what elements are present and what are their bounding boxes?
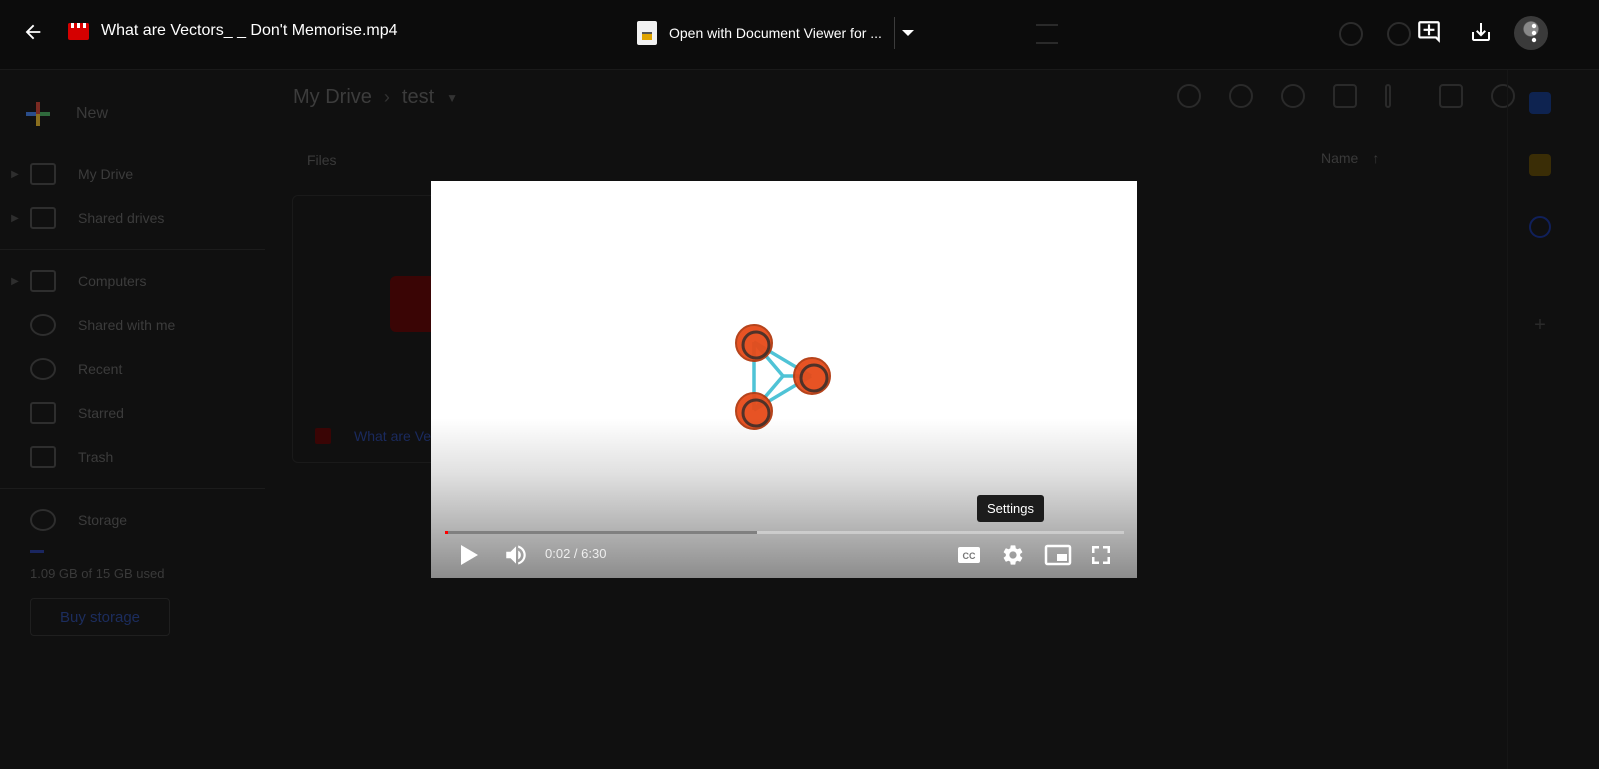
breadcrumb-root: My Drive — [293, 86, 372, 108]
new-button: New — [22, 94, 172, 134]
sidebar-item-starred: Starred — [0, 391, 270, 435]
chevron-right-icon: › — [383, 87, 390, 107]
sidebar-item-label: My Drive — [78, 166, 134, 182]
file-card: What are Ve — [292, 195, 452, 463]
sidebar-item-storage: Storage — [0, 498, 270, 542]
plus-icon: + — [1534, 314, 1546, 336]
sidebar-item-label: Trash — [78, 449, 114, 465]
help-icon — [1339, 22, 1363, 46]
shared-drives-icon — [30, 207, 56, 229]
add-person-icon — [1229, 84, 1253, 108]
sidebar-item-trash: Trash — [0, 435, 270, 479]
more-options-button[interactable] — [1522, 21, 1546, 50]
sidebar-item-label: Shared drives — [78, 210, 165, 226]
keep-icon — [1529, 154, 1551, 176]
sidebar-item-shared-drives: ▶ Shared drives — [0, 196, 270, 240]
open-with-button[interactable]: Open with Document Viewer for ... — [637, 17, 921, 49]
breadcrumb: My Drive › test ▼ — [293, 86, 458, 109]
progress-played — [445, 531, 449, 534]
arrow-up-icon: ↑ — [1372, 150, 1380, 166]
storage-text: 1.09 GB of 15 GB used — [30, 566, 165, 581]
miniplayer-icon — [1044, 544, 1072, 566]
gear-icon — [1387, 22, 1411, 46]
fullscreen-button[interactable] — [1087, 541, 1115, 569]
sidebar-item-label: Computers — [78, 273, 147, 289]
settings-button[interactable] — [1000, 541, 1026, 569]
trash-icon — [30, 446, 56, 468]
people-icon — [30, 314, 56, 336]
sidebar: New ▶ My Drive ▶ Shared drives ▶ Compute… — [0, 70, 270, 769]
svg-text:CC: CC — [963, 551, 976, 561]
volume-icon — [506, 545, 526, 565]
sidebar-item-recent: Recent — [0, 347, 270, 391]
back-button[interactable] — [18, 17, 48, 47]
file-title: What are Vectors_ _ Don't Memorise.mp4 — [101, 22, 398, 39]
download-button[interactable] — [1469, 20, 1493, 49]
progress-buffered — [445, 531, 758, 534]
my-drive-icon — [30, 163, 56, 185]
sidebar-item-label: Starred — [78, 405, 124, 421]
plus-icon — [22, 98, 54, 130]
add-comment-button[interactable] — [1416, 19, 1442, 50]
video-file-icon — [68, 23, 89, 40]
sidebar-item-label: Recent — [78, 361, 123, 377]
caret-right-icon: ▶ — [11, 212, 19, 224]
volume-button[interactable] — [501, 541, 531, 569]
download-icon — [1472, 23, 1490, 41]
open-with-label: Open with Document Viewer for ... — [669, 25, 882, 41]
caret-down-icon: ▼ — [446, 90, 459, 105]
cc-icon: CC — [958, 547, 980, 563]
drive-toolbar — [1177, 84, 1515, 108]
settings-tooltip: Settings — [977, 495, 1044, 522]
tasks-icon — [1529, 216, 1551, 238]
eye-icon — [1281, 84, 1305, 108]
buy-storage-button: Buy storage — [30, 598, 170, 636]
miniplayer-button[interactable] — [1043, 541, 1073, 569]
caret-right-icon: ▶ — [11, 168, 19, 180]
document-viewer-icon — [637, 21, 657, 45]
caret-down-icon — [901, 30, 914, 36]
filter-icon — [1036, 24, 1058, 44]
sort-by-name: Name ↑ — [1321, 150, 1379, 166]
sidebar-divider — [0, 249, 265, 250]
star-icon — [30, 402, 56, 424]
computers-icon — [30, 270, 56, 292]
gear-icon — [1003, 545, 1023, 565]
breadcrumb-current: test — [401, 86, 435, 108]
caret-right-icon: ▶ — [11, 275, 19, 287]
fullscreen-icon — [1092, 546, 1110, 564]
side-panel-rail: + — [1507, 70, 1599, 769]
list-view-icon — [1439, 84, 1463, 108]
add-comment-icon — [1418, 21, 1440, 43]
sidebar-item-computers: ▶ Computers — [0, 259, 270, 303]
sidebar-divider — [0, 488, 265, 489]
sidebar-item-label: Storage — [78, 512, 128, 528]
clock-icon — [30, 358, 56, 380]
trash-icon — [1333, 84, 1357, 108]
captions-button[interactable]: CC — [956, 541, 982, 569]
link-icon — [1177, 84, 1201, 108]
file-card-name: What are Ve — [354, 428, 432, 444]
sidebar-item-label: Shared with me — [78, 317, 176, 333]
files-section-label: Files — [307, 152, 337, 168]
sidebar-item-shared-with-me: Shared with me — [0, 303, 270, 347]
storage-bar — [30, 550, 44, 553]
video-player[interactable]: Settings 0:02 / 6:30 CC — [431, 181, 1137, 578]
sort-label: Name — [1321, 150, 1359, 166]
sidebar-item-my-drive: ▶ My Drive — [0, 152, 270, 196]
cloud-icon — [30, 509, 56, 531]
play-button[interactable] — [455, 541, 483, 569]
arrow-left-icon — [25, 24, 41, 40]
time-display: 0:02 / 6:30 — [545, 546, 607, 561]
calendar-icon — [1529, 92, 1551, 114]
play-icon — [461, 545, 478, 565]
more-vert-icon — [1385, 84, 1391, 108]
progress-bar[interactable] — [445, 531, 1124, 534]
new-button-label: New — [76, 105, 109, 122]
viewer-header: What are Vectors_ _ Don't Memorise.mp4 O… — [0, 0, 1599, 64]
more-vert-icon — [1531, 23, 1537, 43]
video-file-icon — [315, 428, 331, 444]
open-with-dropdown[interactable] — [893, 17, 921, 49]
